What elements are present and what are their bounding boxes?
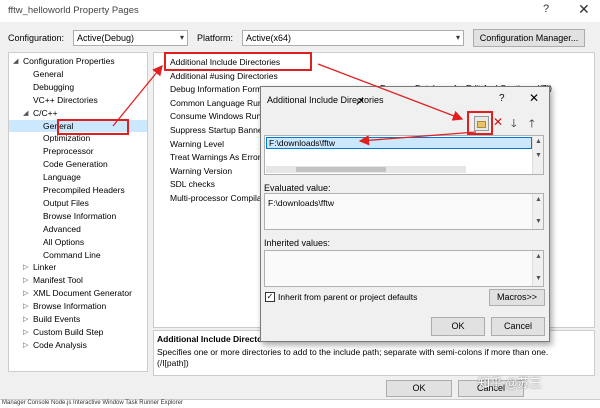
arrow-tree-to-property [112,64,163,127]
property-pages-window: fftw_helloworld Property Pages ? ✕ Confi… [0,0,600,408]
arrow-button-to-list [358,131,477,146]
mouse-cursor-icon: ➚ [355,96,365,108]
annotation-arrows [112,63,477,146]
arrow-property-to-button [317,63,464,121]
